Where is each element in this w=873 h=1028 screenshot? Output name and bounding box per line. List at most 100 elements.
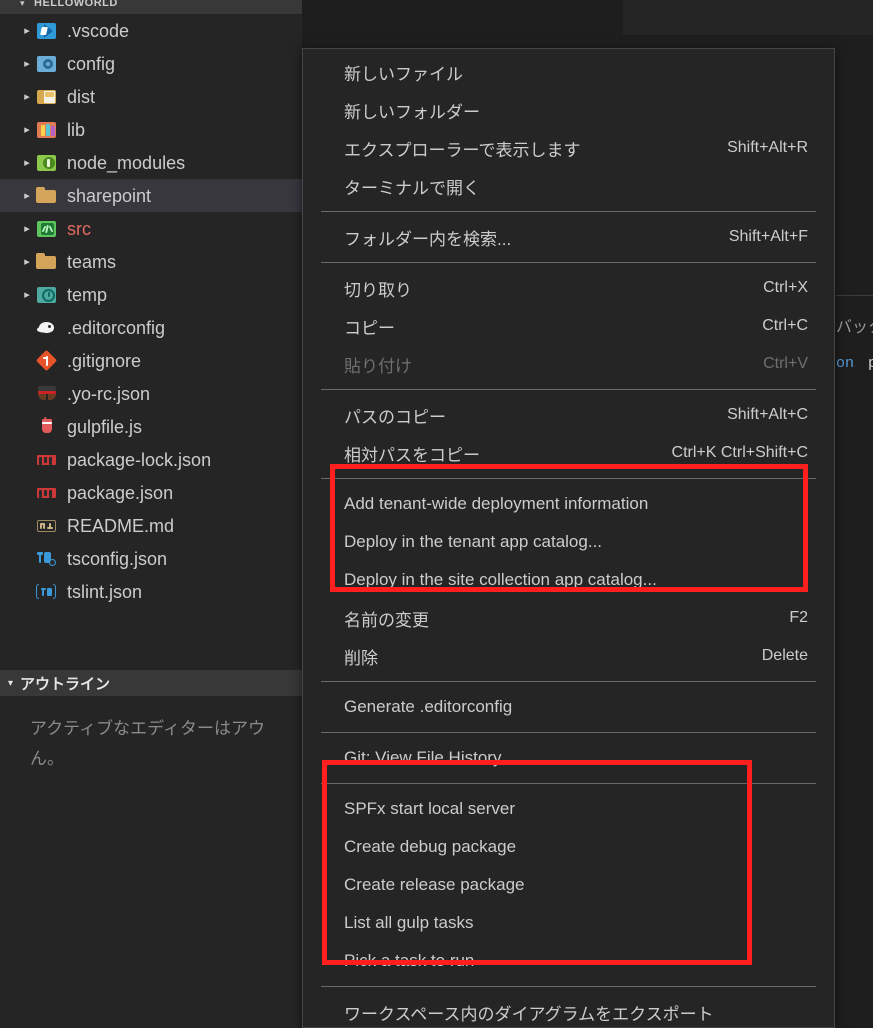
tree-item-label: tslint.json: [67, 581, 143, 602]
tree-item-label: README.md: [67, 515, 175, 536]
menu-item-[interactable]: ワークスペース内のダイアグラムをエクスポート: [303, 993, 834, 1027]
tree-item-lib[interactable]: ▸ lib: [0, 113, 302, 146]
yeoman-file-icon: [36, 383, 58, 405]
menu-item-shortcut: F2: [789, 609, 808, 626]
tree-item-temp[interactable]: ▸ temp: [0, 278, 302, 311]
menu-item-pick-a-task-to-run[interactable]: Pick a task to run: [303, 942, 834, 980]
menu-item-spfx-start-local-server[interactable]: SPFx start local server: [303, 790, 834, 828]
menu-item-label: 削除: [344, 648, 378, 668]
screen-root: バック on p ▾ HELLOWORLD ▸ .vscode ▸ config ▸ di…: [0, 0, 873, 1028]
chevron-right-icon[interactable]: ▸: [18, 57, 36, 70]
chevron-right-icon[interactable]: ▸: [18, 288, 36, 301]
markdown-file-icon: [36, 515, 58, 537]
tree-item-package-lock-json[interactable]: package-lock.json: [0, 443, 302, 476]
vscode-folder-icon: [36, 20, 58, 42]
npm-file-icon: [36, 482, 58, 504]
lib-folder-icon: [36, 119, 58, 141]
menu-item-shortcut: Shift+Alt+F: [728, 228, 808, 245]
menu-separator: [321, 211, 816, 212]
menu-item-[interactable]: 新しいファイル: [303, 53, 834, 91]
chevron-right-icon[interactable]: ▸: [18, 90, 36, 103]
editor-peek-text: バック: [836, 319, 873, 336]
explorer-context-menu[interactable]: 新しいファイル 新しいフォルダー エクスプローラーで表示します Shift+Alt+R…: [302, 48, 835, 1028]
chevron-down-icon: ▾: [20, 0, 26, 8]
menu-item-label: List all gulp tasks: [344, 913, 474, 932]
menu-item-[interactable]: 相対パスをコピー Ctrl+K Ctrl+Shift+C: [303, 434, 834, 472]
menu-item-shortcut: Ctrl+X: [763, 279, 808, 296]
chevron-right-icon[interactable]: ▸: [18, 255, 36, 268]
tree-item-dist[interactable]: ▸ dist: [0, 80, 302, 113]
menu-item-list-all-gulp-tasks[interactable]: List all gulp tasks: [303, 904, 834, 942]
gulp-file-icon: [36, 416, 58, 438]
menu-item-deploy-in-the-tenant-app-catalog[interactable]: Deploy in the tenant app catalog...: [303, 523, 834, 561]
menu-item-label: Deploy in the site collection app catalo…: [344, 570, 657, 589]
menu-item-label: Create release package: [344, 875, 525, 894]
tree-item-label: temp: [67, 284, 108, 305]
chevron-right-icon[interactable]: ▸: [18, 189, 36, 202]
tree-item-teams[interactable]: ▸ teams: [0, 245, 302, 278]
tree-item-label: .vscode: [67, 20, 130, 41]
tree-item-tslint-json[interactable]: tslint.json: [0, 575, 302, 608]
menu-item-[interactable]: 切り取り Ctrl+X: [303, 269, 834, 307]
npm-file-icon: [36, 449, 58, 471]
tree-item-readme-md[interactable]: README.md: [0, 509, 302, 542]
menu-item-[interactable]: ターミナルで開く: [303, 167, 834, 205]
tsconfig-file-icon: [36, 548, 58, 570]
tree-item-editorconfig[interactable]: .editorconfig: [0, 311, 302, 344]
chevron-right-icon[interactable]: ▸: [18, 222, 36, 235]
menu-item-[interactable]: エクスプローラーで表示します Shift+Alt+R: [303, 129, 834, 167]
tree-item-sharepoint[interactable]: ▸ sharepoint: [0, 179, 302, 212]
menu-item-label: Git: View File History: [344, 748, 502, 767]
file-tree: ▸ .vscode ▸ config ▸ dist ▸ lib ▸ node_modules ▸ sh…: [0, 14, 302, 608]
menu-item-label: コピー: [344, 318, 395, 338]
editorconfig-file-icon: [36, 317, 58, 339]
menu-item-label: Pick a task to run: [344, 951, 475, 970]
outline-section-header[interactable]: ▾ アウトライン: [0, 670, 302, 696]
editor-divider: [836, 295, 873, 296]
tree-item-yo-rc-json[interactable]: .yo-rc.json: [0, 377, 302, 410]
tree-item-vscode[interactable]: ▸ .vscode: [0, 14, 302, 47]
tree-item-node-modules[interactable]: ▸ node_modules: [0, 146, 302, 179]
menu-separator: [321, 732, 816, 733]
tree-item-package-json[interactable]: package.json: [0, 476, 302, 509]
menu-item-: 貼り付け Ctrl+V: [303, 345, 834, 383]
chevron-right-icon[interactable]: ▸: [18, 123, 36, 136]
menu-separator: [321, 783, 816, 784]
outline-empty-message: アクティブなエディターはアウん。: [30, 719, 265, 768]
tree-item-tsconfig-json[interactable]: tsconfig.json: [0, 542, 302, 575]
chevron-right-icon[interactable]: ▸: [18, 156, 36, 169]
menu-item-label: 貼り付け: [344, 356, 412, 376]
tree-item-label: src: [67, 218, 91, 239]
menu-item-shortcut: Delete: [761, 647, 808, 664]
menu-item-label: パスのコピー: [344, 407, 446, 427]
menu-item-[interactable]: フォルダー内を検索... Shift+Alt+F: [303, 218, 834, 256]
menu-item-generate-editorconfig[interactable]: Generate .editorconfig: [303, 688, 834, 726]
tree-item-src[interactable]: ▸ src: [0, 212, 302, 245]
menu-item-create-debug-package[interactable]: Create debug package: [303, 828, 834, 866]
tree-item-gulpfile-js[interactable]: gulpfile.js: [0, 410, 302, 443]
tree-item-label: node_modules: [67, 152, 186, 173]
tree-item-label: dist: [67, 86, 96, 107]
menu-item-[interactable]: 新しいフォルダー: [303, 91, 834, 129]
menu-item-git-view-file-history[interactable]: Git: View File History: [303, 739, 834, 777]
menu-item-[interactable]: パスのコピー Shift+Alt+C: [303, 396, 834, 434]
explorer-sidebar: ▾ HELLOWORLD ▸ .vscode ▸ config ▸ dist ▸ lib ▸ no…: [0, 0, 302, 1028]
menu-item-[interactable]: 名前の変更 F2: [303, 599, 834, 637]
menu-item-[interactable]: 削除 Delete: [303, 637, 834, 675]
menu-item-label: ターミナルで開く: [344, 178, 480, 198]
menu-item-deploy-in-the-site-collection-app-catalo[interactable]: Deploy in the site collection app catalo…: [303, 561, 834, 599]
tree-item-config[interactable]: ▸ config: [0, 47, 302, 80]
menu-separator: [321, 478, 816, 479]
explorer-section-header[interactable]: ▾ HELLOWORLD: [0, 0, 302, 14]
menu-item-create-release-package[interactable]: Create release package: [303, 866, 834, 904]
menu-item-[interactable]: コピー Ctrl+C: [303, 307, 834, 345]
menu-item-label: Create debug package: [344, 837, 517, 856]
tree-item-gitignore[interactable]: .gitignore: [0, 344, 302, 377]
menu-item-add-tenant-wide-deployment-information[interactable]: Add tenant-wide deployment information: [303, 485, 834, 523]
menu-item-label: 名前の変更: [344, 610, 429, 630]
tree-item-label: sharepoint: [67, 185, 152, 206]
menu-separator: [321, 681, 816, 682]
src-folder-icon: [36, 218, 58, 240]
chevron-right-icon[interactable]: ▸: [18, 24, 36, 37]
menu-item-shortcut: Shift+Alt+C: [727, 406, 808, 423]
